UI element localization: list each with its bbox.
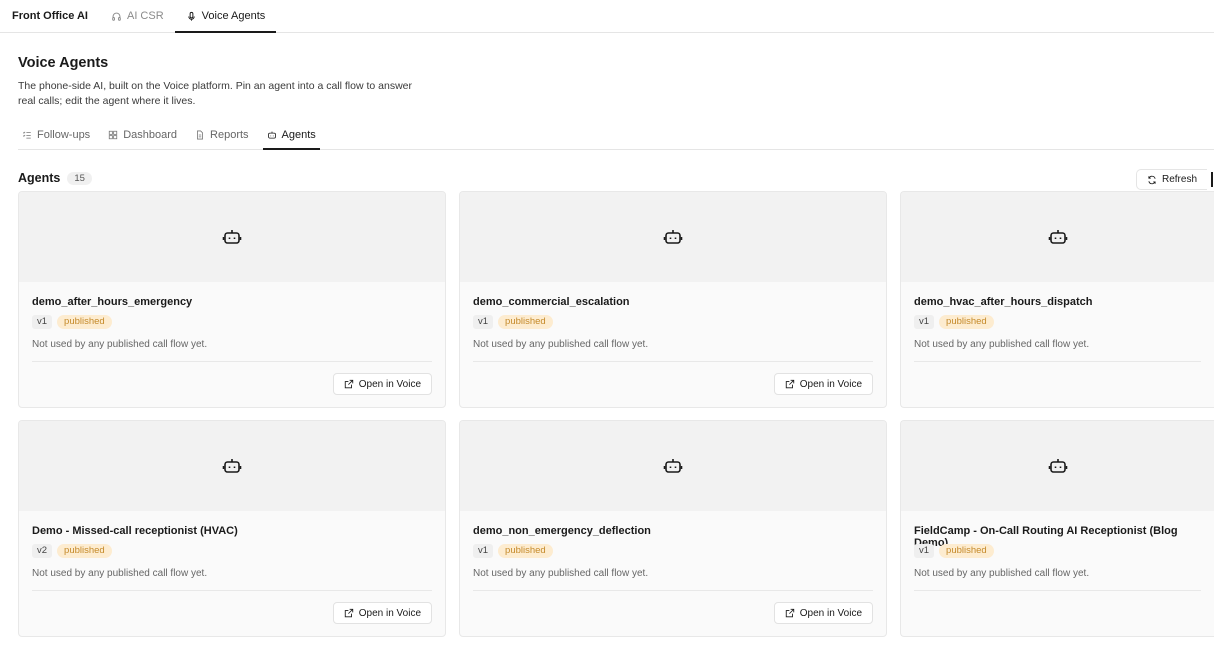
tab-dashboard-label: Dashboard <box>123 128 178 141</box>
brand-title[interactable]: Front Office AI <box>0 0 100 32</box>
refresh-label: Refresh <box>1162 174 1198 185</box>
agent-card-hero <box>901 421 1214 511</box>
agent-card[interactable]: FieldCamp - On-Call Routing AI Reception… <box>900 420 1214 637</box>
top-nav: Front Office AI AI CSR Voice Agents <box>0 0 1214 33</box>
agents-count-badge: 15 <box>67 171 92 185</box>
open-in-voice-label: Open in Voice <box>799 607 862 619</box>
external-link-icon <box>344 608 354 618</box>
agent-card[interactable]: demo_non_emergency_deflection v1 publish… <box>459 420 887 637</box>
agent-card-hero <box>901 192 1214 282</box>
open-in-voice-button[interactable]: Open in Voice <box>332 373 432 395</box>
sub-tabs: Follow-ups Dashboard Reports Agents <box>18 120 1214 150</box>
tab-agents[interactable]: Agents <box>262 120 321 150</box>
agent-card[interactable]: demo_after_hours_emergency v1 published … <box>18 191 446 408</box>
open-in-voice-label: Open in Voice <box>799 378 862 390</box>
agent-name: demo_hvac_after_hours_dispatch <box>914 296 1093 308</box>
refresh-button[interactable]: Refresh <box>1136 169 1208 190</box>
agent-card-hero <box>460 192 886 282</box>
agent-name: demo_commercial_escalation <box>473 296 630 308</box>
agent-usage-note: Not used by any published call flow yet. <box>32 568 432 591</box>
version-badge: v1 <box>473 544 494 558</box>
status-badge: published <box>939 544 994 558</box>
robot-icon <box>663 227 683 247</box>
agent-card-hero <box>19 192 445 282</box>
agent-name: demo_after_hours_emergency <box>32 296 193 308</box>
open-in-voice-button[interactable]: Open in Voice <box>773 602 873 624</box>
agent-usage-note: Not used by any published call flow yet. <box>914 568 1201 591</box>
version-badge: v1 <box>914 544 935 558</box>
tab-reports[interactable]: Reports <box>191 120 253 149</box>
open-in-voice-button[interactable]: Open in Voice <box>332 602 432 624</box>
agent-card[interactable]: Demo - Missed-call receptionist (HVAC) v… <box>18 420 446 637</box>
status-badge: published <box>939 315 994 329</box>
version-badge: v1 <box>473 315 494 329</box>
agent-usage-note: Not used by any published call flow yet. <box>473 339 873 362</box>
version-badge: v1 <box>32 315 53 329</box>
version-badge: v2 <box>32 544 53 558</box>
tab-agents-label: Agents <box>281 128 316 141</box>
status-badge: published <box>57 315 112 329</box>
open-in-voice-label: Open in Voice <box>358 378 421 390</box>
agents-section-header: Agents 15 <box>18 171 92 185</box>
tab-follow-ups-label: Follow-ups <box>37 128 91 141</box>
status-badge: published <box>57 544 112 558</box>
microphone-icon <box>186 11 197 22</box>
open-in-voice-button[interactable]: Open in Voice <box>773 373 873 395</box>
agent-card-hero <box>19 421 445 511</box>
agent-usage-note: Not used by any published call flow yet. <box>473 568 873 591</box>
status-badge: published <box>498 315 553 329</box>
version-badge: v1 <box>914 315 935 329</box>
robot-icon <box>222 227 242 247</box>
robot-icon <box>267 130 277 140</box>
agent-usage-note: Not used by any published call flow yet. <box>32 339 432 362</box>
external-link-icon <box>785 608 795 618</box>
status-badge: published <box>498 544 553 558</box>
headphones-icon <box>111 11 122 22</box>
robot-icon <box>1048 227 1068 247</box>
agent-usage-note: Not used by any published call flow yet. <box>914 339 1201 362</box>
robot-icon <box>1048 456 1068 476</box>
tab-ai-csr[interactable]: AI CSR <box>100 0 175 32</box>
list-check-icon <box>22 130 32 140</box>
page-title: Voice Agents <box>18 55 109 71</box>
refresh-edge-divider <box>1211 172 1213 187</box>
grid-icon <box>108 130 118 140</box>
external-link-icon <box>344 379 354 389</box>
tab-dashboard[interactable]: Dashboard <box>104 120 181 149</box>
agent-name: Demo - Missed-call receptionist (HVAC) <box>32 525 238 537</box>
agent-card[interactable]: demo_hvac_after_hours_dispatch v1 publis… <box>900 191 1214 408</box>
robot-icon <box>222 456 242 476</box>
tab-reports-label: Reports <box>210 128 249 141</box>
tab-ai-csr-label: AI CSR <box>126 10 164 22</box>
refresh-icon <box>1147 175 1157 185</box>
tab-voice-agents-label: Voice Agents <box>201 10 266 22</box>
agent-card[interactable]: demo_commercial_escalation v1 published … <box>459 191 887 408</box>
agent-name: demo_non_emergency_deflection <box>473 525 651 537</box>
agents-heading: Agents <box>18 171 61 185</box>
robot-icon <box>663 456 683 476</box>
open-in-voice-label: Open in Voice <box>358 607 421 619</box>
tab-voice-agents[interactable]: Voice Agents <box>174 0 277 33</box>
external-link-icon <box>785 379 795 389</box>
tab-follow-ups[interactable]: Follow-ups <box>18 120 94 149</box>
agent-card-hero <box>460 421 886 511</box>
page-description: The phone-side AI, built on the Voice pl… <box>18 80 412 107</box>
agent-name: FieldCamp - On-Call Routing AI Reception… <box>914 525 1178 549</box>
document-icon <box>195 130 205 140</box>
